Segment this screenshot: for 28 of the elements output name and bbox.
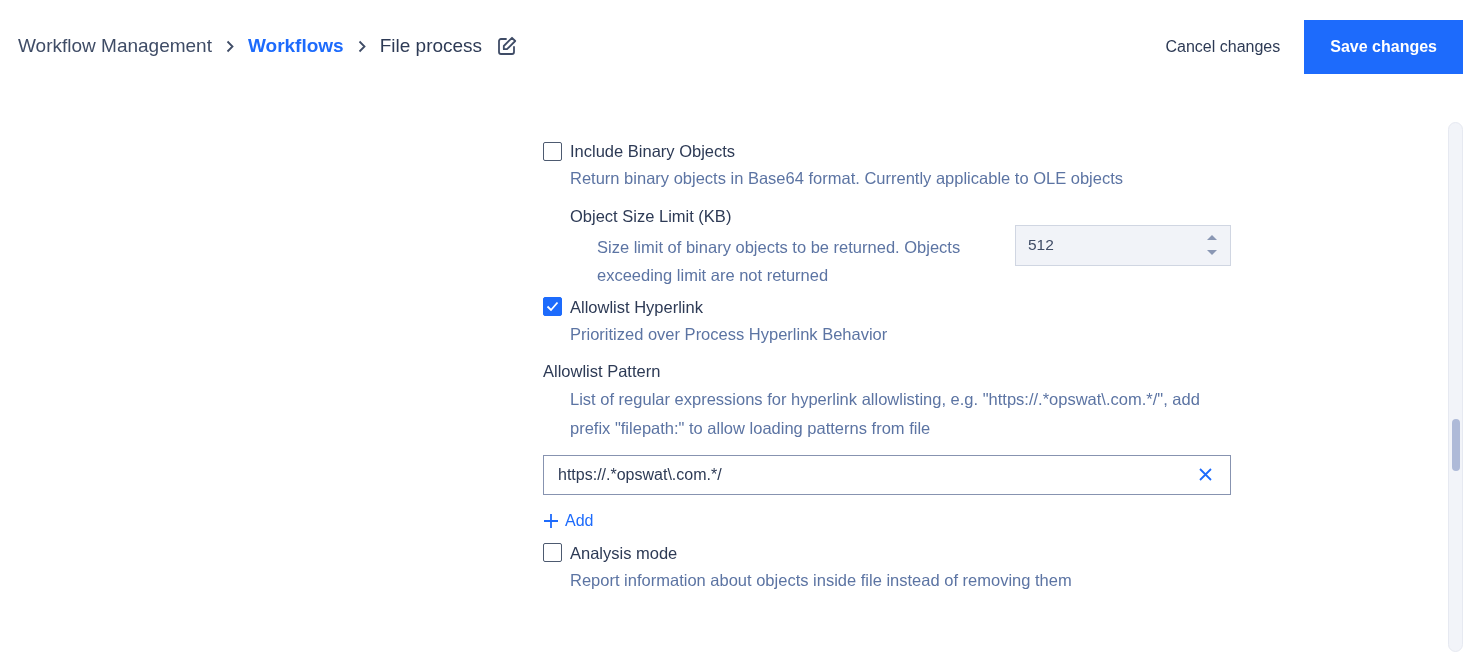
save-button[interactable]: Save changes	[1304, 20, 1463, 74]
checkbox[interactable]	[543, 543, 562, 562]
plus-icon	[543, 513, 559, 529]
add-link[interactable]: Add	[543, 509, 594, 533]
close-icon[interactable]	[1199, 468, 1212, 481]
field-label: Allowlist Pattern	[543, 361, 662, 382]
breadcrumb-link[interactable]: Workflows	[247, 31, 344, 61]
help-text: Prioritized over Process Hyperlink Behavior	[569, 323, 889, 345]
edit-icon[interactable]	[497, 36, 518, 56]
help-text: List of regular expressions for hyperlink allowlisting, e.g. "https://.*opswat\.com.*/", add prefix "filepath:" to allow loading patterns from file	[569, 389, 1201, 439]
number-field[interactable]: 512	[1015, 224, 1231, 266]
help-text: Size limit of binary objects to be returned. Objects exceeding limit are not returned	[596, 236, 962, 286]
help-text: Return binary objects in Base64 format. Currently applicable to OLE objects	[569, 168, 1125, 189]
checkbox[interactable]	[543, 297, 562, 316]
checkbox[interactable]	[543, 141, 562, 161]
checkbox-label: Analysis mode	[570, 542, 678, 564]
checkbox-label: Include Binary Objects	[570, 141, 736, 162]
pattern-field[interactable]: https://.*opswat\.com.*/	[543, 455, 1231, 495]
chevron-right-icon	[225, 39, 234, 53]
page-title: File process	[379, 33, 483, 58]
checkmark-icon	[546, 301, 559, 312]
help-text: Report information about objects inside file instead of removing them	[569, 569, 1073, 591]
scrollbar-thumb[interactable]	[1452, 419, 1460, 471]
cancel-button[interactable]: Cancel changes	[1141, 21, 1305, 73]
breadcrumb-item: Workflow Management	[18, 33, 212, 58]
field-label: Object Size Limit (KB)	[570, 205, 733, 227]
checkbox-label: Allowlist Hyperlink	[570, 296, 703, 318]
chevron-right-icon	[357, 39, 366, 53]
